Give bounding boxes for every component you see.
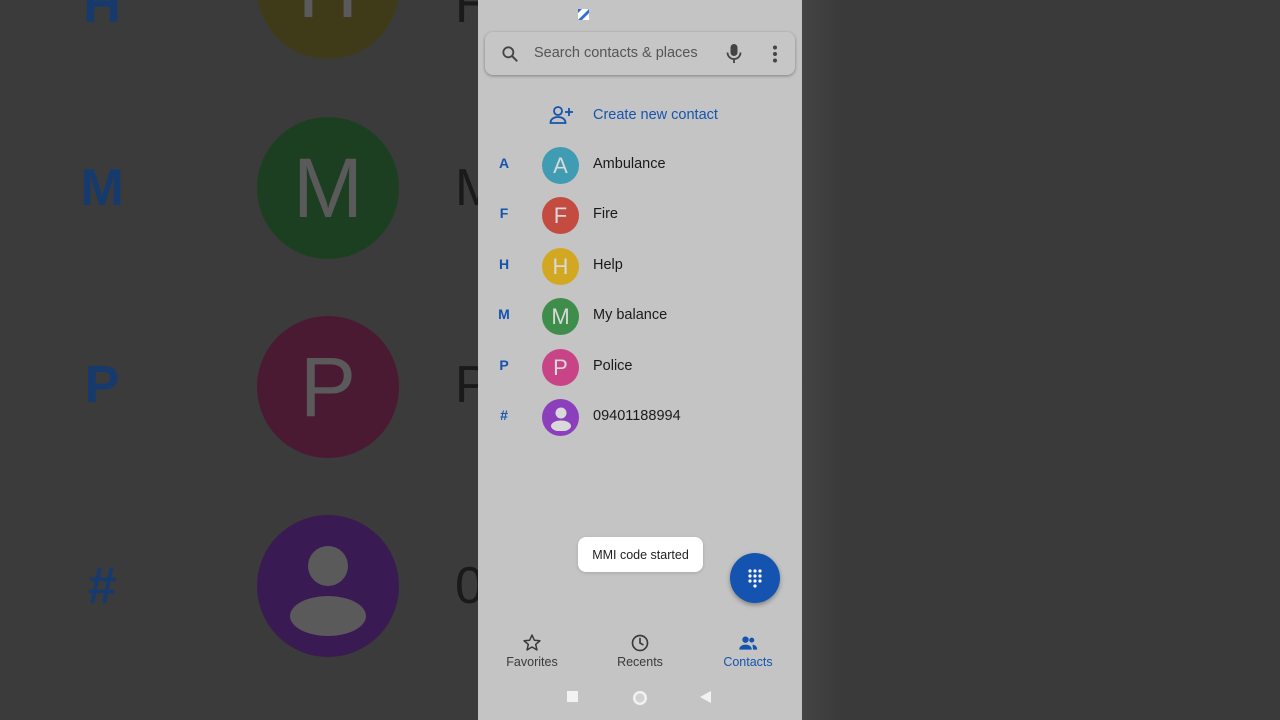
bg-contact-text: M [455, 159, 478, 217]
tab-favorites[interactable]: Favorites [478, 622, 586, 678]
status-notification-icon [578, 9, 589, 20]
bottom-navigation: Favorites Recents Contacts [478, 622, 802, 678]
background-right-panel [802, 0, 1280, 720]
back-triangle-icon[interactable] [700, 691, 711, 703]
people-icon [739, 636, 758, 650]
contact-name: Fire [593, 206, 618, 222]
create-new-contact-button[interactable]: Create new contact [478, 97, 802, 133]
contact-name: Help [593, 257, 623, 273]
section-letter: F [499, 205, 509, 221]
contact-row-help[interactable]: H H Help [478, 241, 802, 291]
avatar: P [542, 349, 579, 386]
section-letter: M [498, 306, 510, 322]
contact-name: Police [593, 358, 633, 374]
bg-avatar: H [257, 0, 399, 59]
avatar: M [542, 298, 579, 335]
home-circle-icon[interactable] [632, 690, 648, 706]
avatar: F [542, 197, 579, 234]
contact-name: Ambulance [593, 156, 666, 172]
avatar: H [542, 248, 579, 285]
recents-square-icon[interactable] [567, 691, 578, 702]
dialpad-button[interactable] [730, 553, 780, 603]
avatar: A [542, 147, 579, 184]
mic-icon[interactable] [725, 43, 743, 65]
tab-label: Contacts [723, 655, 773, 669]
section-letter: # [500, 407, 508, 423]
background-left-panel: H H H M M M P P P # 0 [0, 0, 478, 720]
contact-row-ambulance[interactable]: A A Ambulance [478, 140, 802, 190]
search-icon [502, 46, 518, 62]
dialpad-icon [748, 569, 762, 588]
bg-section-letter: # [87, 557, 117, 615]
more-options-icon[interactable] [771, 44, 779, 64]
bg-contact-text: P [455, 356, 478, 414]
bg-contact-text: H [455, 0, 478, 34]
section-letter: H [498, 256, 510, 272]
system-navigation-bar [478, 680, 802, 720]
tab-recents[interactable]: Recents [586, 622, 694, 678]
contact-row-fire[interactable]: F F Fire [478, 190, 802, 240]
toast-message: MMI code started [578, 537, 703, 572]
bg-contact-text: 0 [455, 557, 478, 615]
section-letter: A [498, 155, 510, 171]
tab-label: Favorites [506, 655, 558, 669]
bg-avatar: M [257, 117, 399, 259]
search-bar[interactable] [485, 32, 795, 75]
clock-icon [631, 634, 649, 652]
avatar [542, 399, 579, 436]
bg-section-letter: P [84, 356, 120, 414]
add-person-icon [549, 106, 573, 124]
section-letter: P [499, 357, 509, 373]
bg-person-icon [290, 546, 366, 636]
person-icon [550, 407, 571, 431]
contact-name: 09401188994 [593, 408, 681, 424]
bg-avatar-person [257, 515, 399, 657]
contact-row-number[interactable]: # 09401188994 [478, 392, 802, 442]
create-new-contact-label: Create new contact [593, 107, 718, 123]
bg-section-letter: M [80, 159, 124, 217]
phone-screen: Create new contact A A Ambulance F F Fir… [478, 0, 802, 720]
contact-row-my-balance[interactable]: M M My balance [478, 291, 802, 341]
tab-label: Recents [617, 655, 663, 669]
tab-contacts[interactable]: Contacts [694, 622, 802, 678]
bg-avatar: P [257, 316, 399, 458]
bg-section-letter: H [83, 0, 121, 34]
star-icon [523, 634, 541, 651]
contact-row-police[interactable]: P P Police [478, 342, 802, 392]
contact-name: My balance [593, 307, 668, 323]
search-input[interactable] [534, 42, 714, 64]
